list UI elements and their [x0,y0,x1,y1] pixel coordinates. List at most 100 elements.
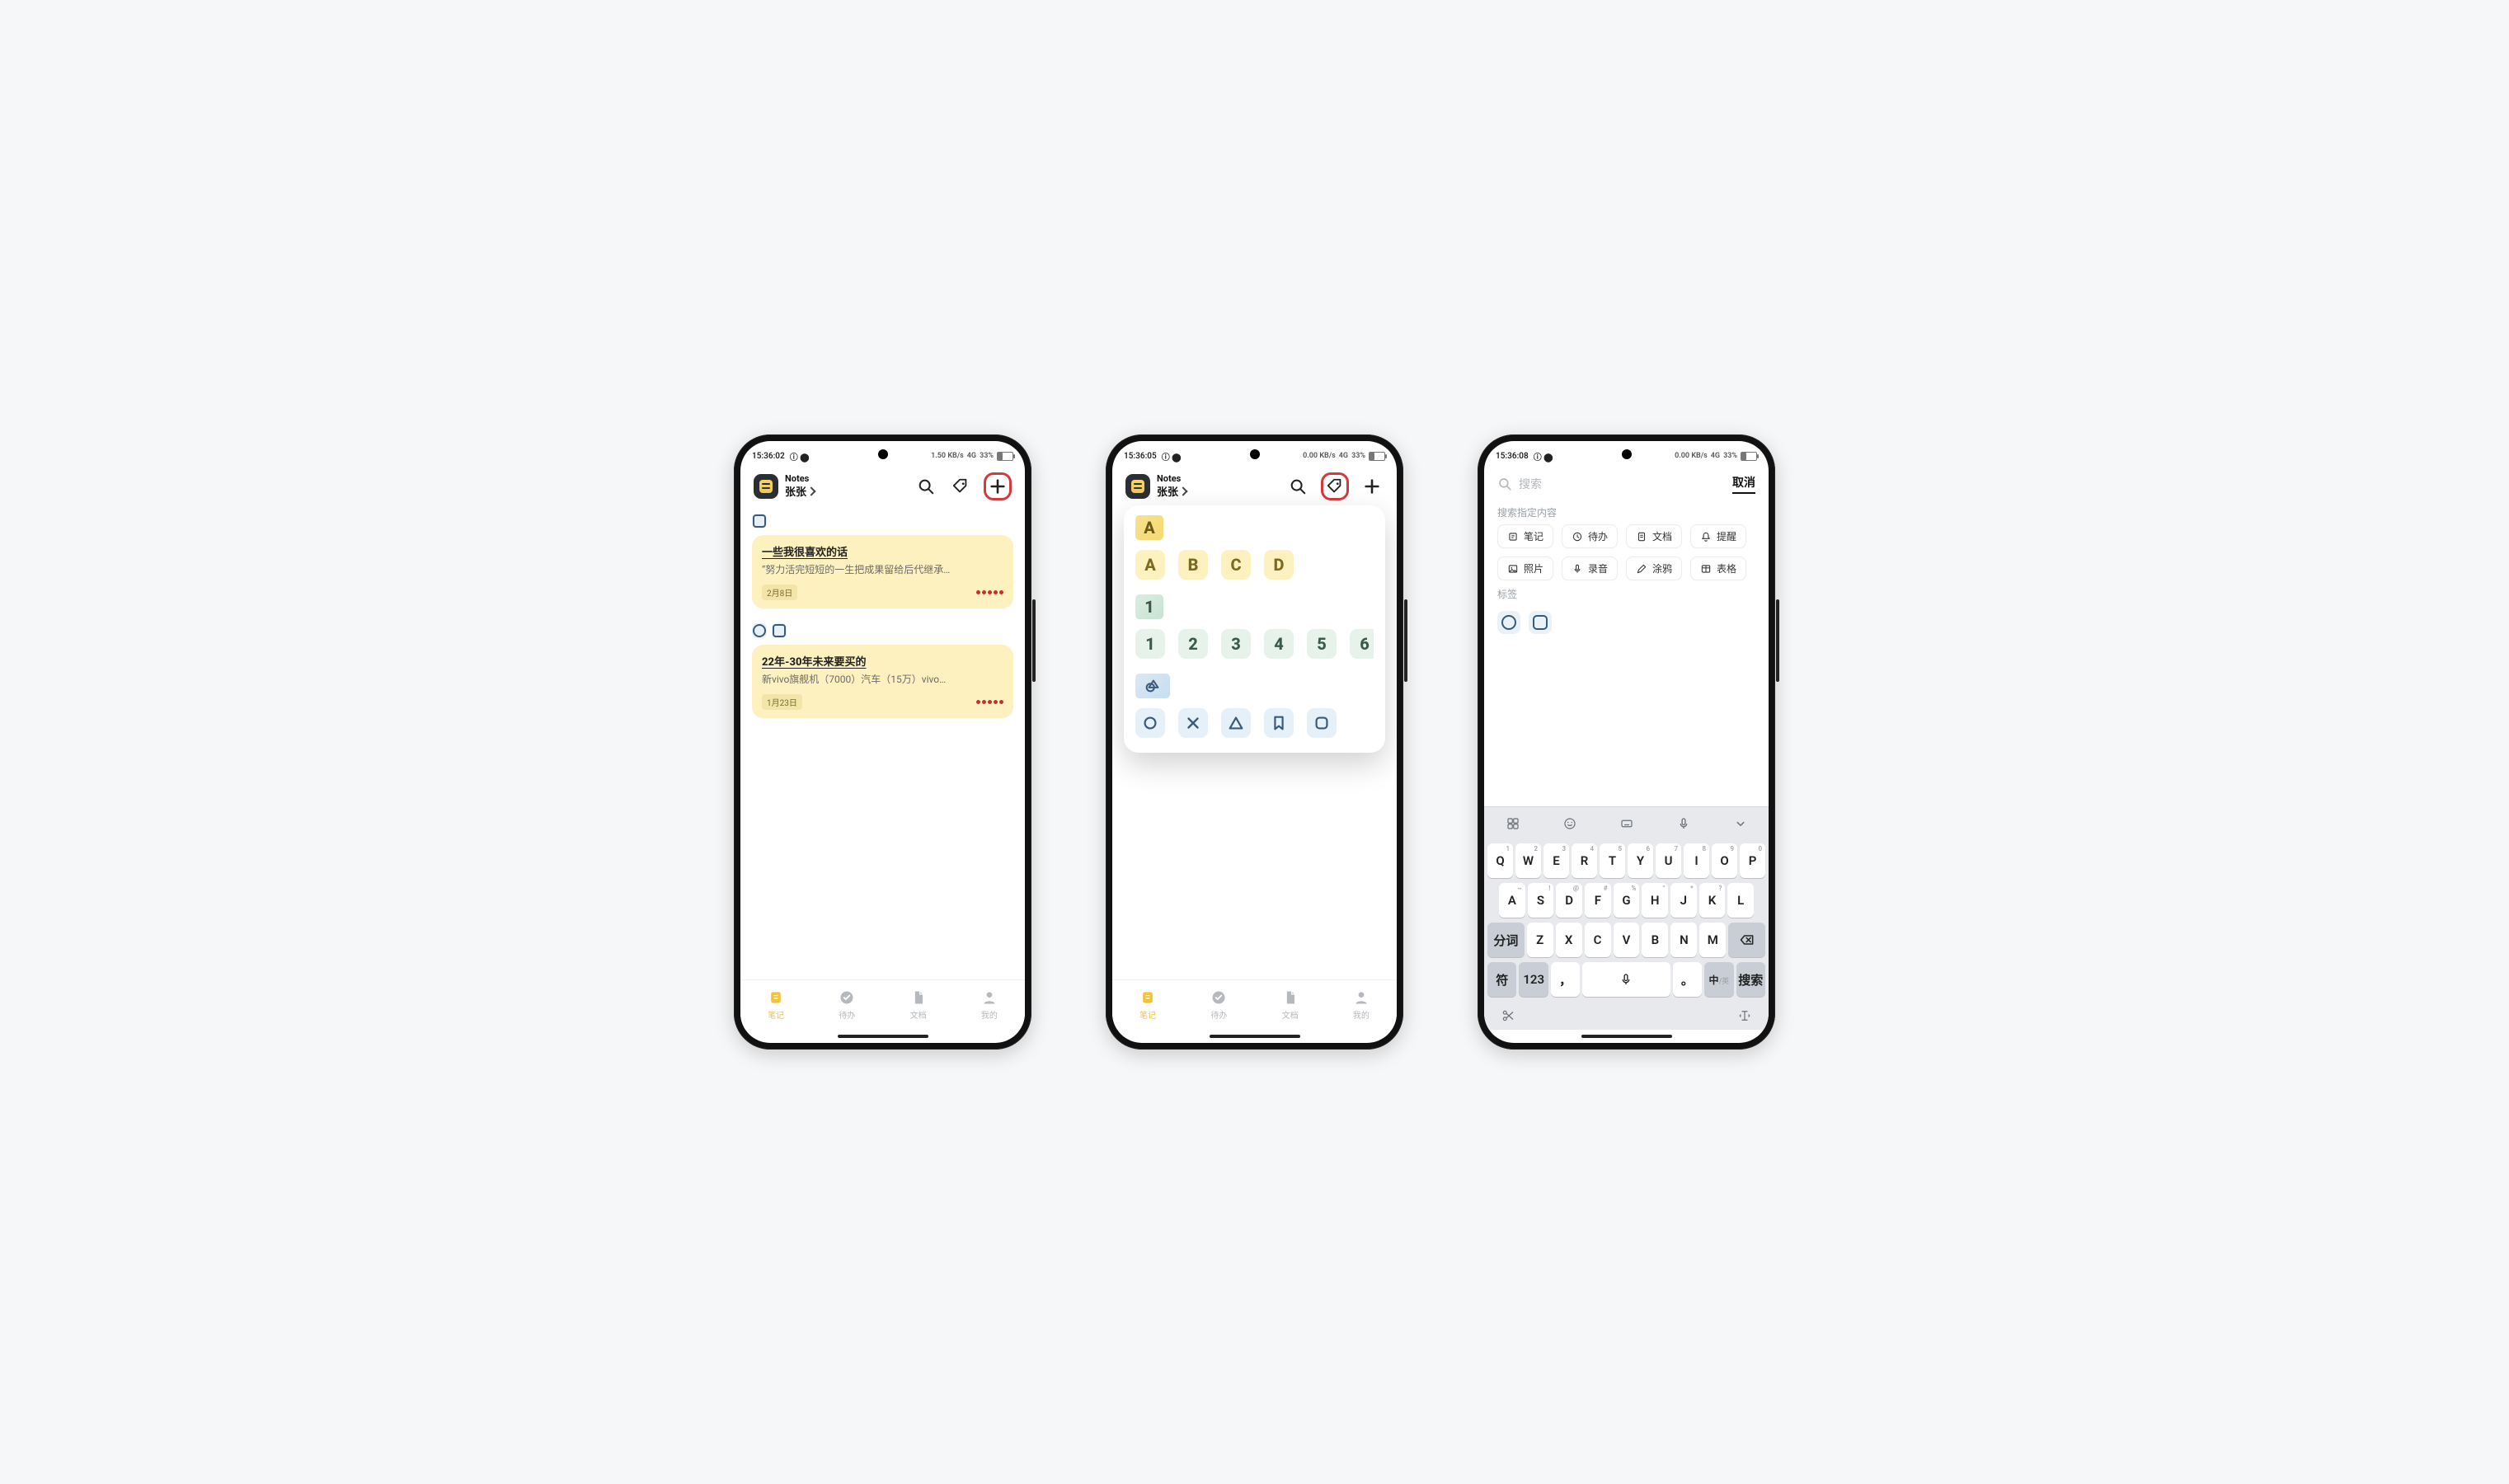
nav-me[interactable]: 我的 [981,989,998,1021]
search-input[interactable]: 搜索 [1497,476,1722,492]
kb-tool-mic-icon[interactable] [1676,816,1691,831]
tag-tile-x[interactable] [1178,708,1208,738]
key-k[interactable]: ?K [1699,883,1726,918]
key-q[interactable]: 1Q [1487,843,1513,878]
home-indicator[interactable] [1484,1030,1769,1043]
keyboard: 1Q2W3E4R5T6Y7U8I9O0P ~A!S@D#F%G"H*J?KL 分… [1484,806,1769,1030]
tag-tile-triangle[interactable] [1221,708,1251,738]
note-card[interactable]: 一些我很喜欢的话 “努力活完短短的一生把成果留给后代继承… 2月8日 [752,535,1013,608]
tag-chips [1484,606,1769,634]
tag-tile[interactable]: 1 [1135,629,1165,659]
key-i[interactable]: 8I [1684,843,1709,878]
key-r[interactable]: 4R [1572,843,1597,878]
nav-me[interactable]: 我的 [1353,989,1370,1021]
chip-tables[interactable]: 表格 [1690,556,1746,580]
battery-icon [1741,452,1757,461]
key-g[interactable]: %G [1614,883,1640,918]
add-button[interactable] [984,472,1012,500]
key-n[interactable]: N [1670,923,1697,957]
key-w[interactable]: 2W [1515,843,1541,878]
add-button[interactable] [1360,475,1384,498]
note-card[interactable]: 22年-30年未来要买的 新vivo旗舰机（7000）汽车（15万）vivo… … [752,645,1013,718]
key-h[interactable]: "H [1642,883,1668,918]
key-s[interactable]: !S [1528,883,1554,918]
cancel-button[interactable]: 取消 [1732,474,1755,494]
brand[interactable]: Notes 张张 [754,474,815,499]
key-123[interactable]: 123 [1519,962,1548,997]
key-y[interactable]: 6Y [1628,843,1653,878]
chip-todo[interactable]: 待办 [1562,524,1618,548]
tag-tile[interactable]: B [1178,550,1208,580]
nav-notes[interactable]: 笔记 [768,989,784,1021]
tag-tile[interactable]: D [1264,550,1294,580]
nav-docs[interactable]: 文档 [910,989,927,1021]
tag-tile[interactable]: A [1135,550,1165,580]
camera-notch [878,449,888,459]
key-l[interactable]: L [1727,883,1754,918]
tag-tile-rounded-square[interactable] [1307,708,1337,738]
key-o[interactable]: 9O [1712,843,1737,878]
kb-tool-grid-icon[interactable] [1506,816,1520,831]
search-button[interactable] [914,475,937,498]
key-z[interactable]: Z [1527,923,1553,957]
tag-picker-popover[interactable]: A A B C D 1 1 2 3 4 5 [1124,505,1385,753]
kb-tool-collapse-icon[interactable] [1733,816,1748,831]
key-v[interactable]: V [1614,923,1640,957]
chip-docs[interactable]: 文档 [1626,524,1682,548]
key-p[interactable]: 0P [1740,843,1765,878]
tag-button[interactable] [1321,472,1349,500]
home-indicator[interactable] [1112,1030,1397,1043]
key-搜索[interactable]: 搜索 [1736,962,1765,997]
chip-notes[interactable]: 笔记 [1497,524,1553,548]
nav-notes[interactable]: 笔记 [1139,989,1156,1021]
key-u[interactable]: 7U [1656,843,1681,878]
key-。[interactable]: 。 [1673,962,1702,997]
key-e[interactable]: 3E [1543,843,1569,878]
app-header: Notes张张 [1112,467,1397,509]
brand[interactable]: Notes张张 [1125,474,1186,499]
home-indicator[interactable] [740,1030,1025,1043]
tag-square-chip[interactable] [1529,611,1552,634]
chip-doodles[interactable]: 涂鸦 [1626,556,1682,580]
tag-tile[interactable]: C [1221,550,1251,580]
chevron-right-icon [806,486,815,495]
key-c[interactable]: C [1585,923,1611,957]
key-分词[interactable]: 分词 [1487,923,1525,957]
bottom-nav: 笔记 待办 文档 我的 [1112,979,1397,1030]
nav-todo[interactable]: 待办 [839,989,855,1021]
key-符[interactable]: 符 [1487,962,1516,997]
key-backspace[interactable] [1728,923,1765,957]
key-x[interactable]: X [1556,923,1582,957]
note-tag-row [752,623,1013,638]
key-j[interactable]: *J [1670,883,1697,918]
key-d[interactable]: @D [1556,883,1582,918]
account-name: 张张 [785,483,806,499]
key-m[interactable]: M [1699,923,1726,957]
chip-reminders[interactable]: 提醒 [1690,524,1746,548]
kb-cursor-icon[interactable] [1737,1008,1752,1023]
chip-recordings[interactable]: 录音 [1562,556,1618,580]
tag-tile[interactable]: 2 [1178,629,1208,659]
tag-tile-bookmark[interactable] [1264,708,1294,738]
key-，[interactable]: ， [1551,962,1580,997]
tag-button[interactable] [949,475,972,498]
key-t[interactable]: 5T [1600,843,1625,878]
tag-tile[interactable]: 6 [1350,629,1374,659]
key-space[interactable] [1582,962,1670,997]
kb-tool-emoji-icon[interactable] [1562,816,1577,831]
chip-photos[interactable]: 照片 [1497,556,1553,580]
tag-tile[interactable]: 5 [1307,629,1337,659]
key-b[interactable]: B [1642,923,1668,957]
key-a[interactable]: ~A [1499,883,1525,918]
tag-tile[interactable]: 3 [1221,629,1251,659]
tag-tile[interactable]: 4 [1264,629,1294,659]
key-f[interactable]: #F [1585,883,1611,918]
search-button[interactable] [1286,475,1309,498]
kb-tool-keyboard-icon[interactable] [1619,816,1634,831]
tag-circle-chip[interactable] [1497,611,1520,634]
nav-todo[interactable]: 待办 [1210,989,1227,1021]
key-lang[interactable]: 中/英 [1704,962,1733,997]
kb-clipboard-icon[interactable] [1501,1008,1515,1023]
nav-docs[interactable]: 文档 [1282,989,1299,1021]
tag-tile-circle[interactable] [1135,708,1165,738]
